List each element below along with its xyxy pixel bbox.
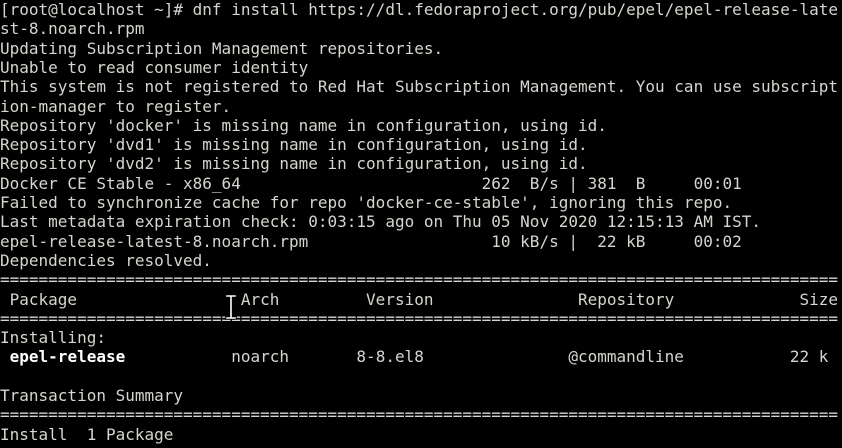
table-separator: ========================================… [0,270,839,290]
package-details: noarch 8-8.el8 @commandline 22 k [125,347,829,367]
terminal-line: Last metadata expiration check: 0:03:15 … [0,212,761,232]
terminal-line: Failed to synchronize cache for repo 'do… [0,193,733,212]
terminal-line: This system is not registered to Red Hat… [0,77,839,97]
terminal-window[interactable]: [root@localhost ~]# dnf install https://… [0,0,842,448]
table-separator: ========================================… [0,405,839,425]
terminal-line: Installing: [0,328,106,348]
terminal-line: Repository 'docker' is missing name in c… [0,115,607,135]
terminal-line: st-8.noarch.rpm [0,19,145,39]
terminal-line: Repository 'dvd2' is missing name in con… [0,154,588,174]
terminal-line: ion-manager to register. [0,96,232,116]
terminal-line: Install 1 Package [0,424,174,444]
table-header-row: Package Arch Version Repository Size [0,289,839,309]
terminal-line: Unable to read consumer identity [0,57,309,77]
terminal-line: Transaction Summary [0,386,184,405]
package-row: epel-release noarch 8-8.el8 @commandline… [0,347,829,367]
terminal-line-command: [root@localhost ~]# dnf install https://… [0,0,839,19]
terminal-line: Docker CE Stable - x86_64 262 B/s | 381 … [0,173,742,193]
terminal-line: Dependencies resolved. [0,250,212,270]
terminal-line: Updating Subscription Management reposit… [0,38,444,58]
terminal-line: epel-release-latest-8.noarch.rpm 10 kB/s… [0,231,742,251]
package-row-lead [0,347,10,366]
table-separator: ========================================… [0,308,839,328]
package-name: epel-release [9,347,126,367]
terminal-line: Repository 'dvd1' is missing name in con… [0,135,588,155]
i-beam-cursor-icon [225,294,237,320]
